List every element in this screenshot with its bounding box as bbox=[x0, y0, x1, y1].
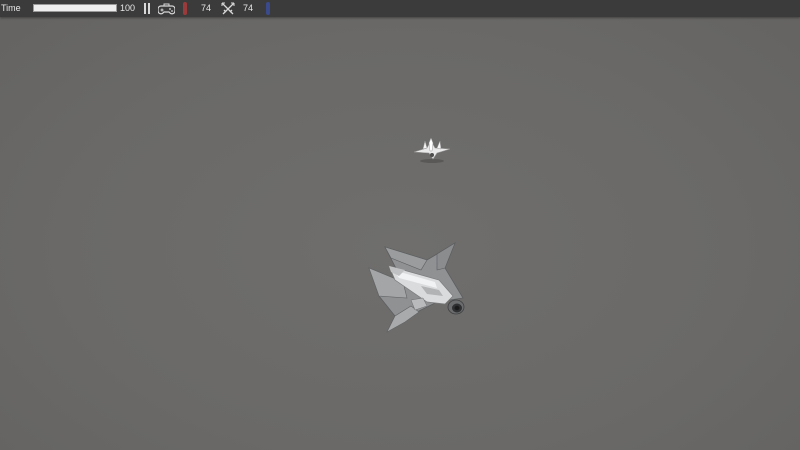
gamepad-icon bbox=[158, 3, 175, 15]
hud-bar: Time 100 74 74 bbox=[0, 0, 800, 17]
player2-score: 74 bbox=[243, 3, 254, 13]
pause-icon[interactable] bbox=[143, 3, 151, 14]
time-progress-bar bbox=[33, 4, 117, 12]
time-value: 100 bbox=[120, 3, 136, 13]
time-label: Time bbox=[1, 3, 21, 13]
player2-color-marker bbox=[266, 2, 270, 15]
player1-score: 74 bbox=[201, 3, 212, 13]
game-viewport: Time 100 74 74 bbox=[0, 0, 800, 450]
crossed-swords-icon bbox=[221, 2, 235, 15]
player-ship-icon bbox=[368, 242, 465, 333]
enemy-ship-icon bbox=[413, 137, 451, 163]
player1-color-marker bbox=[183, 2, 187, 15]
time-progress-fill bbox=[34, 5, 116, 11]
